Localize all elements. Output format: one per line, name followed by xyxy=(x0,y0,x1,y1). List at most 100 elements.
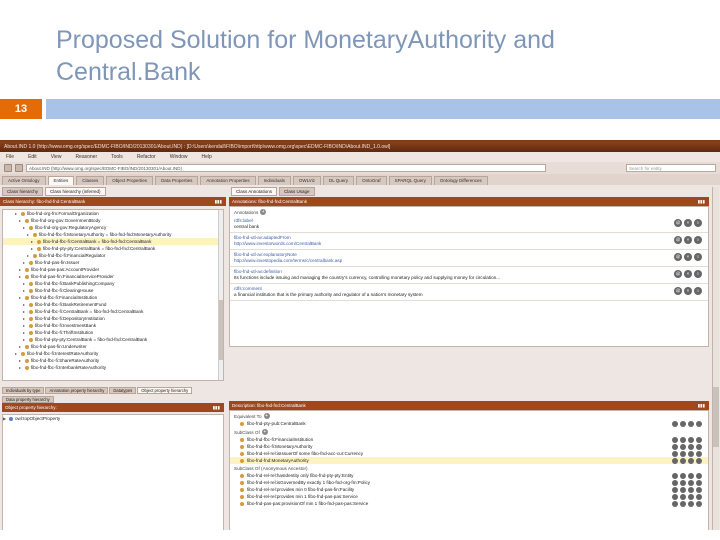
delete-icon[interactable] xyxy=(688,493,694,500)
tab-ontograf[interactable]: OntoGraf xyxy=(356,176,387,185)
subtab-class-hierarchy-inferred-[interactable]: Class hierarchy (inferred) xyxy=(45,187,106,196)
expand-icon[interactable]: ▸ xyxy=(23,301,27,308)
subtab-class-usage[interactable]: Class Usage xyxy=(279,187,315,196)
tab-datatypes[interactable]: Datatypes xyxy=(109,387,137,394)
description-row[interactable]: fibo-fnd-rel-rel:provides min 0 fibo-fnd… xyxy=(230,486,708,493)
tab-individuals-by-type[interactable]: Individuals by type xyxy=(2,387,45,394)
description-row[interactable]: fibo-fnd-fbc-fi:FinancialInstitution xyxy=(230,436,708,443)
tree-item[interactable]: ▸ fibo-fnd-fbc-fi:InterbankRateAuthority xyxy=(3,364,223,371)
explain-icon[interactable] xyxy=(672,457,678,464)
tree-item[interactable]: ▸ fibo-fnd-fbc-fi:ThriftInstitution xyxy=(3,329,223,336)
tab-individuals[interactable]: Individuals xyxy=(257,176,291,185)
at-icon[interactable] xyxy=(680,500,686,507)
tree-item[interactable]: ▶ owl:topObjectProperty xyxy=(3,415,223,422)
explain-icon[interactable] xyxy=(672,443,678,450)
expand-icon[interactable]: ▸ xyxy=(23,308,27,315)
explain-icon[interactable] xyxy=(672,472,678,479)
tree-item[interactable]: ▸ fibo-fnd-fbc-fi:ShareRateAuthority xyxy=(3,357,223,364)
expand-icon[interactable]: ▸ xyxy=(23,315,27,322)
tab-data-properties[interactable]: Data Properties xyxy=(155,176,199,185)
edit-icon[interactable] xyxy=(696,436,702,443)
delete-icon[interactable] xyxy=(688,472,694,479)
edit-icon[interactable]: ○ xyxy=(694,236,702,244)
menu-item-view[interactable]: View xyxy=(51,152,62,162)
annotation-value[interactable]: http://www.investopedia.com/terms/c/cent… xyxy=(234,258,704,264)
delete-icon[interactable] xyxy=(688,500,694,507)
tab-annotation-property-hierarchy[interactable]: Annotation property hierarchy xyxy=(45,387,109,394)
edit-icon[interactable] xyxy=(696,500,702,507)
delete-icon[interactable] xyxy=(688,457,694,464)
at-icon[interactable] xyxy=(680,472,686,479)
explain-icon[interactable] xyxy=(672,436,678,443)
expand-icon[interactable]: ▸ xyxy=(19,364,23,371)
class-tree[interactable]: ▸ fibo-fnd-org-fm:FormalOrganization ▸ fibo… xyxy=(2,209,224,381)
tree-item[interactable]: ▸ fibo-fnd-pas-pas:AccountProvider xyxy=(3,266,223,273)
at-icon[interactable] xyxy=(680,420,686,427)
expand-icon[interactable]: ▸ xyxy=(31,238,35,245)
explain-icon[interactable] xyxy=(672,420,678,427)
expand-icon[interactable]: ▸ xyxy=(23,329,27,336)
at-icon[interactable] xyxy=(680,450,686,457)
at-icon[interactable] xyxy=(680,436,686,443)
description-row[interactable]: fibo-fnd-rel-rel:provides min 1 fibo-fnd… xyxy=(230,493,708,500)
menu-item-refactor[interactable]: Refactor xyxy=(137,152,156,162)
description-row[interactable]: fibo-fnd-rel-rel:isIssuerOf some fibo-fn… xyxy=(230,450,708,457)
expand-icon[interactable]: ▸ xyxy=(19,294,23,301)
tab-ontology-differences[interactable]: Ontology Differences xyxy=(433,176,488,185)
tree-item[interactable]: ▸ fibo-fnd-org-fm:FormalOrganization xyxy=(3,210,223,217)
panel-controls-icon[interactable]: ▮▮▮ xyxy=(215,197,222,206)
delete-icon[interactable]: × xyxy=(684,287,692,295)
tree-item[interactable]: ▸ fibo-fnd-fbc-fi:BankRetirementFund xyxy=(3,301,223,308)
description-row[interactable]: fibo-fnd-fnd:MonetaryAuthority xyxy=(230,457,708,464)
expand-icon[interactable]: ▸ xyxy=(23,280,27,287)
tab-owlviz[interactable]: OWLViz xyxy=(292,176,321,185)
tree-item[interactable]: ▸ fibo-fnd-fbc-fi:DepositoryInstitution xyxy=(3,315,223,322)
at-icon[interactable]: @ xyxy=(674,219,682,227)
add-superclass-icon[interactable]: + xyxy=(261,429,268,435)
annotation-property[interactable]: rdfs:label xyxy=(234,218,704,223)
tab-classes[interactable]: Classes xyxy=(76,176,105,185)
explain-icon[interactable] xyxy=(672,493,678,500)
tab-annotation-properties[interactable]: Annotation Properties xyxy=(200,176,256,185)
back-icon[interactable] xyxy=(4,164,12,172)
description-row[interactable]: fibo-fnd-fbc-fi:MonetaryAuthority xyxy=(230,443,708,450)
at-icon[interactable]: @ xyxy=(674,270,682,278)
tree-item[interactable]: ▸ fibo-fnd-fbc-fi:FinancialRegulator xyxy=(3,252,223,259)
delete-icon[interactable] xyxy=(688,443,694,450)
menu-item-reasoner[interactable]: Reasoner xyxy=(75,152,97,162)
edit-icon[interactable] xyxy=(696,493,702,500)
tree-item[interactable]: ▸ fibo-fnd-pas-fin:Issuer xyxy=(3,259,223,266)
tab-active-ontology[interactable]: Active Ontology xyxy=(2,176,46,185)
subtab-class-hierarchy[interactable]: Class hierarchy xyxy=(2,187,44,196)
expand-icon[interactable]: ▸ xyxy=(31,245,35,252)
menu-item-tools[interactable]: Tools xyxy=(111,152,123,162)
edit-icon[interactable] xyxy=(696,420,702,427)
at-icon[interactable]: @ xyxy=(674,287,682,295)
delete-icon[interactable]: × xyxy=(684,236,692,244)
delete-icon[interactable] xyxy=(688,486,694,493)
expand-icon[interactable]: ▸ xyxy=(23,259,27,266)
expand-icon[interactable]: ▸ xyxy=(19,266,23,273)
panel-controls-icon[interactable]: ▮▮▮ xyxy=(698,197,705,206)
expand-icon[interactable]: ▸ xyxy=(15,350,19,357)
delete-icon[interactable] xyxy=(688,479,694,486)
edit-icon[interactable] xyxy=(696,479,702,486)
tree-item[interactable]: ▸ fibo-fnd-pas-fin:Underwriter xyxy=(3,343,223,350)
at-icon[interactable]: @ xyxy=(674,253,682,261)
search-input[interactable]: Search for entity xyxy=(626,164,716,172)
edit-icon[interactable] xyxy=(696,472,702,479)
main-scrollbar[interactable] xyxy=(712,187,719,530)
expand-icon[interactable]: ▸ xyxy=(23,336,27,343)
expand-icon[interactable]: ▸ xyxy=(23,287,27,294)
menu-item-edit[interactable]: Edit xyxy=(28,152,37,162)
at-icon[interactable]: @ xyxy=(674,236,682,244)
explain-icon[interactable] xyxy=(672,500,678,507)
tree-item[interactable]: ▸ fibo-fnd-fbc-fi:MonetaryAuthority = fib… xyxy=(3,231,223,238)
tree-item[interactable]: ▸ fibo-fnd-pty-pty:CentralBank = fibo-fnd… xyxy=(3,336,223,343)
tree-item[interactable]: ▸ fibo-fnd-fbc-fi:CentralBank = fibo-fnd-… xyxy=(3,308,223,315)
object-property-tree[interactable]: ▶ owl:topObjectProperty xyxy=(2,414,224,530)
edit-icon[interactable] xyxy=(696,457,702,464)
panel-controls-icon[interactable]: ▮▮▮ xyxy=(698,401,705,410)
delete-icon[interactable] xyxy=(688,436,694,443)
add-annotation-icon[interactable]: + xyxy=(260,209,267,215)
